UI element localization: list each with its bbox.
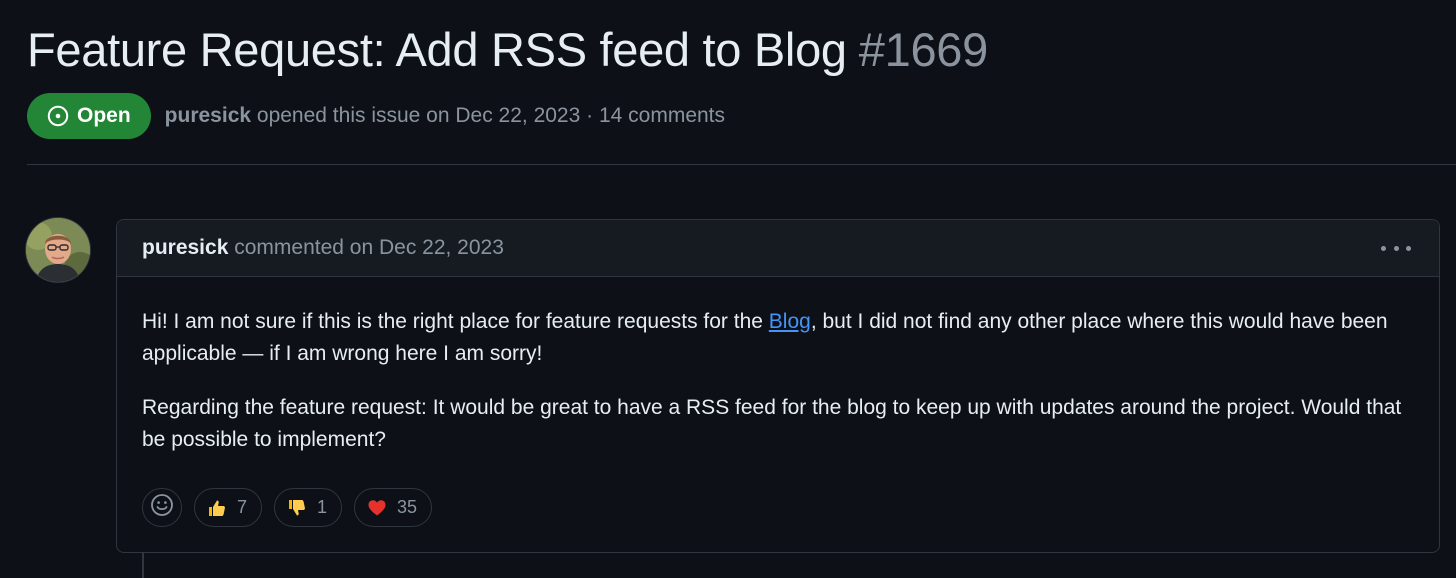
kebab-horizontal-icon[interactable] (1381, 238, 1411, 258)
reactions-bar: 7 1 35 (142, 488, 433, 527)
state-badge: Open (27, 93, 151, 139)
reaction-thumbs-up[interactable]: 7 (194, 488, 263, 527)
comment-paragraph: Regarding the feature request: It would … (142, 396, 1402, 451)
avatar[interactable] (26, 218, 90, 282)
issue-author-link[interactable]: puresick (165, 104, 251, 127)
add-reaction-button[interactable] (142, 488, 182, 527)
issue-number: #1669 (858, 23, 989, 76)
comment-header: puresick commented on Dec 22, 2023 (117, 220, 1439, 277)
comment-action-text: commented on Dec 22, 2023 (228, 236, 504, 259)
state-label: Open (77, 104, 131, 127)
header-divider (27, 164, 1456, 165)
heart-icon (367, 498, 387, 518)
reaction-heart[interactable]: 35 (354, 488, 433, 527)
issue-title-text: Feature Request: Add RSS feed to Blog (27, 23, 847, 76)
issue-meta: Open puresick opened this issue on Dec 2… (27, 93, 725, 139)
issue-meta-text: puresick opened this issue on Dec 22, 20… (165, 104, 725, 128)
comment-text: Hi! I am not sure if this is the right p… (142, 310, 769, 333)
comment-paragraph: Hi! I am not sure if this is the right p… (142, 306, 1422, 370)
comment-author-link[interactable]: puresick (142, 236, 228, 259)
blog-link[interactable]: Blog (769, 310, 811, 333)
timeline-line (142, 553, 144, 578)
comment-body: Hi! I am not sure if this is the right p… (142, 306, 1422, 478)
thumbs-down-icon (287, 498, 307, 518)
reaction-thumbs-down[interactable]: 1 (274, 488, 343, 527)
thumbs-up-icon (207, 498, 227, 518)
issue-opened-text: opened this issue on Dec 22, 2023 · 14 c… (251, 104, 726, 127)
issue-title: Feature Request: Add RSS feed to Blog #16… (27, 18, 988, 82)
smiley-icon (150, 493, 174, 522)
comment-card: puresick commented on Dec 22, 2023 Hi! I… (116, 219, 1440, 553)
issue-opened-icon (47, 105, 69, 127)
comment-meta: puresick commented on Dec 22, 2023 (142, 236, 504, 260)
reaction-count: 1 (317, 497, 328, 517)
reaction-count: 7 (237, 497, 248, 517)
reaction-count: 35 (397, 497, 418, 517)
issue-page: Feature Request: Add RSS feed to Blog #16… (0, 0, 1456, 578)
